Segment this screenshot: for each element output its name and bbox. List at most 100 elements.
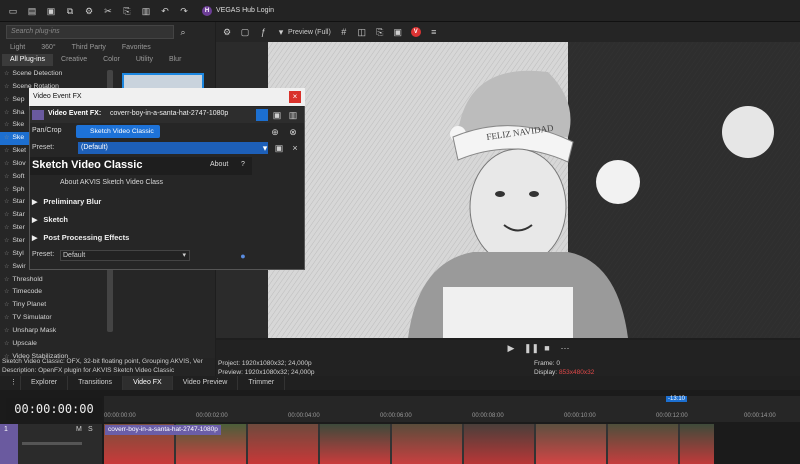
search-icon[interactable]: ⌕ <box>178 27 188 37</box>
track-volume-slider[interactable] <box>22 442 82 445</box>
open-folder-icon[interactable]: ▤ <box>27 6 37 16</box>
tab-video-fx[interactable]: Video FX <box>123 376 173 390</box>
favorite-star-icon[interactable]: ☆ <box>4 338 9 351</box>
preset-options-icon[interactable]: ● <box>238 251 248 261</box>
help-button[interactable]: ? <box>241 161 245 168</box>
close-icon[interactable]: × <box>289 91 301 103</box>
tab-transitions[interactable]: Transitions <box>68 376 124 390</box>
plugin-list-item[interactable]: ☆ Timecode <box>0 286 114 299</box>
menu-icon[interactable]: ≡ <box>429 27 439 37</box>
plugin-list-item[interactable]: ☆ Unsharp Mask <box>0 325 114 338</box>
stop-icon[interactable]: ■ <box>542 343 552 353</box>
vegas-badge-icon[interactable]: V <box>410 27 421 37</box>
favorite-star-icon[interactable]: ☆ <box>4 235 9 248</box>
favorite-star-icon[interactable]: ☆ <box>4 81 9 94</box>
chevron-down-icon[interactable]: ▾ <box>260 143 270 153</box>
plugin-list-item[interactable]: ☆ Tiny Planet <box>0 299 114 312</box>
about-button[interactable]: About <box>210 161 228 168</box>
clip-frame <box>680 424 714 464</box>
settings-icon[interactable]: ⚙ <box>84 6 94 16</box>
tabs-menu-icon[interactable]: ⋮ <box>0 376 21 390</box>
favorite-star-icon[interactable]: ☆ <box>4 312 9 325</box>
chain-plugin-sketch[interactable]: Sketch Video Classic <box>76 125 160 138</box>
pan-crop-button[interactable]: Pan/Crop <box>32 127 62 134</box>
delete-preset-icon[interactable]: × <box>290 143 300 153</box>
monitor-icon[interactable]: ▢ <box>240 27 250 37</box>
overlay-icon[interactable]: ◫ <box>357 27 367 37</box>
remove-fx-icon[interactable]: ⊗ <box>288 127 298 137</box>
plugin-preset-dropdown[interactable]: Default ▾ <box>60 250 190 261</box>
favorite-star-icon[interactable]: ☆ <box>4 107 9 120</box>
tab-blur[interactable]: Blur <box>161 54 189 66</box>
save-icon[interactable]: ▣ <box>46 6 56 16</box>
favorite-star-icon[interactable]: ☆ <box>4 222 9 235</box>
favorite-star-icon[interactable]: ☆ <box>4 209 9 222</box>
favorite-star-icon[interactable]: ☆ <box>4 94 9 107</box>
save-preset-icon[interactable]: ▣ <box>274 143 284 153</box>
section-preliminary-blur[interactable]: ▶ Preliminary Blur <box>32 197 101 206</box>
loop-marker[interactable]: -13:10 <box>666 396 688 402</box>
favorite-star-icon[interactable]: ☆ <box>4 68 9 81</box>
tab-utility[interactable]: Utility <box>128 54 161 66</box>
favorite-star-icon[interactable]: ☆ <box>4 158 9 171</box>
tab-light[interactable]: Light <box>2 42 33 54</box>
favorite-star-icon[interactable]: ☆ <box>4 248 9 261</box>
plugin-list-item[interactable]: ☆ Scene Detection <box>0 68 114 81</box>
cut-icon[interactable]: ✂ <box>103 6 113 16</box>
favorite-star-icon[interactable]: ☆ <box>4 196 9 209</box>
save-snapshot-icon[interactable]: ▣ <box>393 27 403 37</box>
paste-icon[interactable]: ▥ <box>141 6 151 16</box>
render-icon[interactable]: ⧉ <box>65 6 75 16</box>
favorite-star-icon[interactable]: ☆ <box>4 274 9 287</box>
solo-button[interactable]: S <box>88 426 93 433</box>
tab-video-preview[interactable]: Video Preview <box>173 376 239 390</box>
plugin-list-item[interactable]: ☆ TV Simulator <box>0 312 114 325</box>
tab-trimmer[interactable]: Trimmer <box>238 376 286 390</box>
copy-icon[interactable]: ⎘ <box>122 6 132 16</box>
tab-color[interactable]: Color <box>95 54 128 66</box>
favorite-star-icon[interactable]: ☆ <box>4 145 9 158</box>
plugin-list-item[interactable]: ☆ Upscale <box>0 338 114 351</box>
split-view-icon[interactable] <box>256 109 268 121</box>
favorite-star-icon[interactable]: ☆ <box>4 325 9 338</box>
undo-icon[interactable]: ↶ <box>160 6 170 16</box>
plugin-name: Ster <box>12 224 25 232</box>
grid-icon[interactable]: # <box>339 27 349 37</box>
favorite-star-icon[interactable]: ☆ <box>4 261 9 274</box>
favorite-star-icon[interactable]: ☆ <box>4 119 9 132</box>
add-fx-icon[interactable]: ⊕ <box>270 127 280 137</box>
new-file-icon[interactable]: ▭ <box>8 6 18 16</box>
more-icon[interactable]: ⋯ <box>560 343 570 353</box>
preview-quality-dropdown[interactable]: ▾ Preview (Full) <box>276 27 331 37</box>
section-sketch[interactable]: ▶ Sketch <box>32 215 68 224</box>
play-icon[interactable]: ▶ <box>506 343 516 353</box>
favorite-star-icon[interactable]: ☆ <box>4 171 9 184</box>
columns-icon[interactable]: ▥ <box>288 110 298 120</box>
favorite-star-icon[interactable]: ☆ <box>4 184 9 197</box>
tab-all-plugins[interactable]: All Plug-ins <box>2 54 54 66</box>
about-link[interactable]: About AKVIS Sketch Video Class <box>60 179 163 186</box>
tab-360[interactable]: 360° <box>33 42 63 54</box>
copy-snapshot-icon[interactable]: ⎘ <box>375 27 385 37</box>
tab-creative[interactable]: Creative <box>53 54 95 66</box>
gear-icon[interactable]: ⚙ <box>222 27 232 37</box>
favorite-star-icon[interactable]: ☆ <box>4 286 9 299</box>
redo-icon[interactable]: ↷ <box>179 6 189 16</box>
layout-icon[interactable]: ▣ <box>272 110 282 120</box>
preset-dropdown[interactable]: (Default) <box>78 142 268 154</box>
tab-explorer[interactable]: Explorer <box>21 376 69 390</box>
favorite-star-icon[interactable]: ☆ <box>4 299 9 312</box>
tab-third-party[interactable]: Third Party <box>64 42 114 54</box>
favorite-star-icon[interactable]: ☆ <box>4 132 9 145</box>
pause-icon[interactable]: ❚❚ <box>524 343 539 353</box>
vegas-hub-login[interactable]: H VEGAS Hub Login <box>202 5 274 16</box>
plugin-list-item[interactable]: ☆ Threshold <box>0 274 114 287</box>
fx-icon[interactable]: ƒ <box>258 27 268 37</box>
dialog-title[interactable]: Video Event FX <box>29 88 305 106</box>
timeline-ruler[interactable]: 00:00:00:00 00:00:02:00 00:00:04:00 00:0… <box>104 396 800 422</box>
mute-button[interactable]: M <box>76 426 82 433</box>
section-post-processing[interactable]: ▶ Post Processing Effects <box>32 233 129 242</box>
tab-favorites[interactable]: Favorites <box>114 42 159 54</box>
main-toolbar: ▭ ▤ ▣ ⧉ ⚙ ✂ ⎘ ▥ ↶ ↷ H VEGAS Hub Login <box>0 0 800 22</box>
search-input[interactable]: Search plug-ins <box>6 25 174 39</box>
